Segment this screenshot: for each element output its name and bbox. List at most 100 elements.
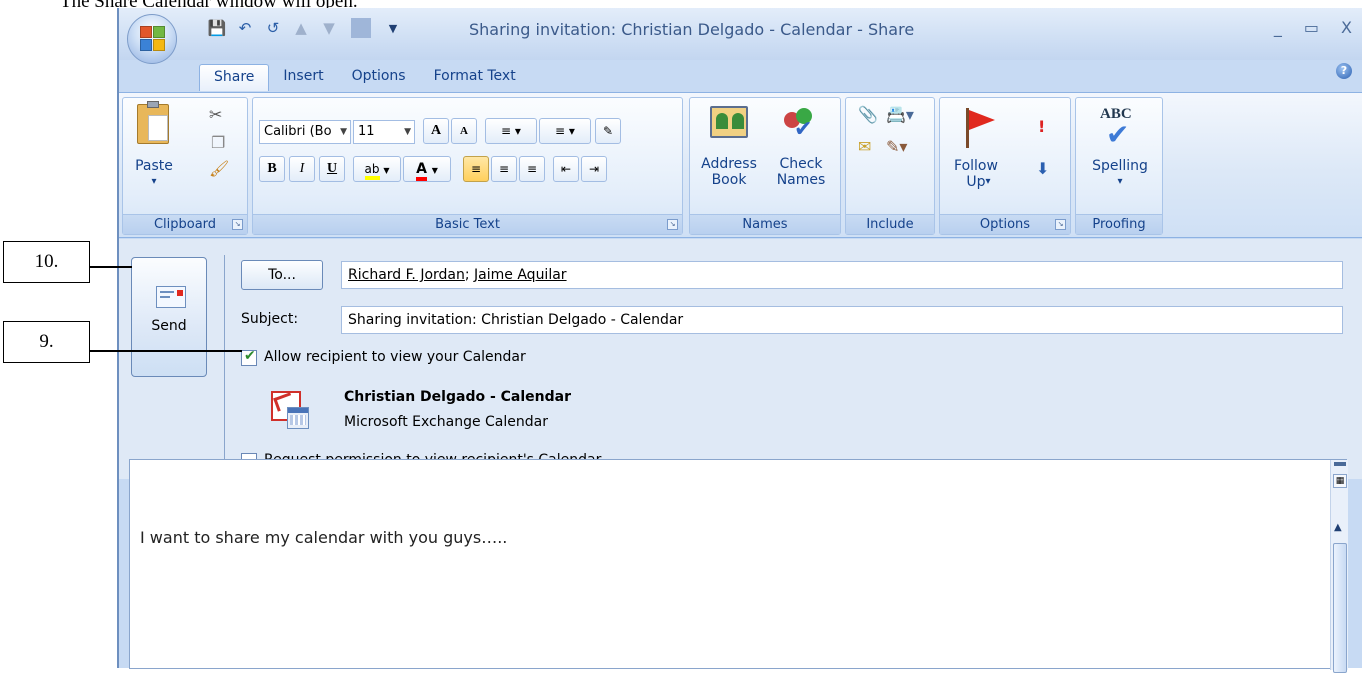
redo-icon[interactable]: ↺ — [263, 18, 283, 38]
increase-indent-icon: ⇥ — [588, 162, 600, 176]
highlight-label: ab — [364, 162, 380, 180]
send-button[interactable]: Send — [131, 257, 207, 377]
clipboard-icon — [137, 101, 169, 144]
format-painter-icon[interactable]: 🖌 — [209, 160, 229, 178]
spelling-dropdown-arrow[interactable]: ▾ — [1080, 174, 1160, 190]
customize-icon[interactable]: ▼ — [383, 18, 403, 38]
proofing-group-label: Proofing — [1076, 214, 1162, 234]
font-name-value: Calibri (Bo — [264, 124, 332, 139]
check-names-button[interactable]: ✔ Check Names — [766, 102, 836, 194]
subject-field[interactable]: Sharing invitation: Christian Delgado - … — [341, 306, 1343, 334]
follow-up-dropdown-arrow[interactable]: ▾ — [980, 174, 996, 190]
previous-icon[interactable]: ▲ — [291, 18, 311, 38]
font-color-button[interactable]: A ▼ — [403, 156, 451, 182]
recipient-separator: ; — [464, 267, 475, 283]
numbering-icon: ≡ ▾ — [555, 124, 575, 138]
callout-9-line — [90, 350, 242, 352]
title-bar: 💾 ↶ ↺ ▲ ▼ ▼ Sharing invitation: Christia… — [119, 8, 1362, 60]
grow-font-label: A — [430, 123, 442, 138]
chevron-down-icon: ▼ — [404, 127, 411, 137]
low-importance-icon[interactable]: ⬇ — [1036, 160, 1049, 178]
names-group-label: Names — [690, 214, 840, 234]
grow-font-button[interactable]: A — [423, 118, 449, 144]
attach-item-icon[interactable]: ✉ — [858, 138, 871, 156]
copy-icon[interactable]: ❐ — [211, 134, 225, 152]
scroll-thumb[interactable] — [1333, 543, 1347, 673]
follow-up-label: Follow Up — [954, 158, 998, 190]
font-size-combo[interactable]: 11 ▼ — [353, 120, 415, 144]
font-size-value: 11 — [358, 124, 375, 139]
maximize-button[interactable]: ▭ — [1304, 18, 1319, 37]
numbering-button[interactable]: ≡ ▾ — [539, 118, 591, 144]
bold-button[interactable]: B — [259, 156, 285, 182]
decrease-indent-button[interactable]: ⇤ — [553, 156, 579, 182]
align-center-button[interactable]: ≡ — [491, 156, 517, 182]
bullets-button[interactable]: ≡ ▾ — [485, 118, 537, 144]
minimize-button[interactable]: _ — [1274, 18, 1282, 37]
scroll-up-arrow-icon[interactable]: ▲ — [1334, 522, 1342, 533]
font-color-label: A — [416, 161, 427, 181]
paste-dropdown-arrow[interactable]: ▾ — [129, 174, 179, 190]
office-button[interactable] — [127, 14, 177, 64]
basic-text-group-label: Basic Text — [253, 214, 682, 234]
recipient-2[interactable]: Jaime Aquilar — [474, 267, 567, 283]
shrink-font-button[interactable]: A — [451, 118, 477, 144]
follow-up-button[interactable]: Follow Up ▾ — [944, 102, 1008, 198]
options-group-label: Options — [940, 214, 1070, 234]
tab-options[interactable]: Options — [338, 64, 420, 91]
message-body[interactable]: I want to share my calendar with you guy… — [129, 459, 1348, 673]
tab-share[interactable]: Share — [199, 64, 270, 91]
close-button[interactable]: X — [1341, 18, 1352, 37]
increase-indent-button[interactable]: ⇥ — [581, 156, 607, 182]
calendar-type: Microsoft Exchange Calendar — [344, 414, 548, 430]
clipboard-dialog-launcher[interactable]: ↘ — [232, 219, 243, 230]
underline-button[interactable]: U — [319, 156, 345, 182]
address-book-label: Address Book — [701, 156, 757, 188]
include-group-label: Include — [846, 214, 934, 234]
bold-label: B — [267, 161, 277, 176]
highlight-button[interactable]: ab ▼ — [353, 156, 401, 182]
allow-view-checkbox[interactable]: ✔ — [241, 348, 257, 366]
view-ruler-icon[interactable]: ▦ — [1333, 474, 1347, 488]
clipboard-group: Paste ▾ ✂ ❐ 🖌 Clipboard ↘ — [122, 97, 248, 235]
calendar-name: Christian Delgado - Calendar — [344, 389, 571, 405]
align-left-icon: ≡ — [470, 162, 482, 176]
recipient-1[interactable]: Richard F. Jordan — [348, 267, 465, 283]
to-button[interactable]: To... — [241, 260, 323, 290]
spelling-icon: ABC ✔ — [1100, 106, 1132, 151]
options-dialog-launcher[interactable]: ↘ — [1055, 219, 1066, 230]
spelling-button[interactable]: ABC ✔ Spelling ▾ — [1080, 102, 1160, 198]
attach-file-icon[interactable]: 📎 — [858, 106, 878, 124]
font-name-combo[interactable]: Calibri (Bo ▼ — [259, 120, 351, 144]
high-importance-icon[interactable]: ! — [1038, 118, 1045, 136]
align-left-button[interactable]: ≡ — [463, 156, 489, 182]
qat-separator — [351, 18, 371, 38]
help-icon[interactable]: ? — [1336, 63, 1352, 79]
save-icon[interactable]: 💾 — [207, 18, 227, 38]
signature-icon[interactable]: ✎▾ — [886, 138, 907, 156]
vertical-scrollbar[interactable]: ▦ ▲ — [1330, 460, 1348, 673]
envelope-icon — [156, 286, 186, 308]
quick-access-toolbar: 💾 ↶ ↺ ▲ ▼ ▼ — [207, 18, 403, 38]
chevron-down-icon: ▼ — [340, 127, 347, 137]
basic-text-group: Calibri (Bo ▼ 11 ▼ A A ≡ ▾ ≡ ▾ ✎ B I U a… — [252, 97, 683, 235]
window-title: Sharing invitation: Christian Delgado - … — [469, 20, 915, 39]
next-icon[interactable]: ▼ — [319, 18, 339, 38]
tab-insert[interactable]: Insert — [269, 64, 337, 91]
callout-10-line — [90, 266, 132, 268]
cut-icon[interactable]: ✂ — [209, 106, 222, 124]
undo-icon[interactable]: ↶ — [235, 18, 255, 38]
bullets-icon: ≡ ▾ — [501, 124, 521, 138]
styles-button[interactable]: ✎ — [595, 118, 621, 144]
address-book-button[interactable]: Address Book — [694, 102, 764, 194]
options-group: Follow Up ▾ ! ⬇ Options ↘ — [939, 97, 1071, 235]
ruler-toggle-icon[interactable] — [1334, 462, 1346, 466]
tab-format-text[interactable]: Format Text — [420, 64, 530, 91]
business-card-icon[interactable]: 📇▾ — [886, 106, 914, 124]
italic-button[interactable]: I — [289, 156, 315, 182]
basic-text-dialog-launcher[interactable]: ↘ — [667, 219, 678, 230]
align-right-button[interactable]: ≡ — [519, 156, 545, 182]
paste-button[interactable]: Paste ▾ — [129, 101, 179, 194]
callout-9: 9. — [3, 321, 90, 363]
to-field[interactable]: Richard F. Jordan; Jaime Aquilar — [341, 261, 1343, 289]
